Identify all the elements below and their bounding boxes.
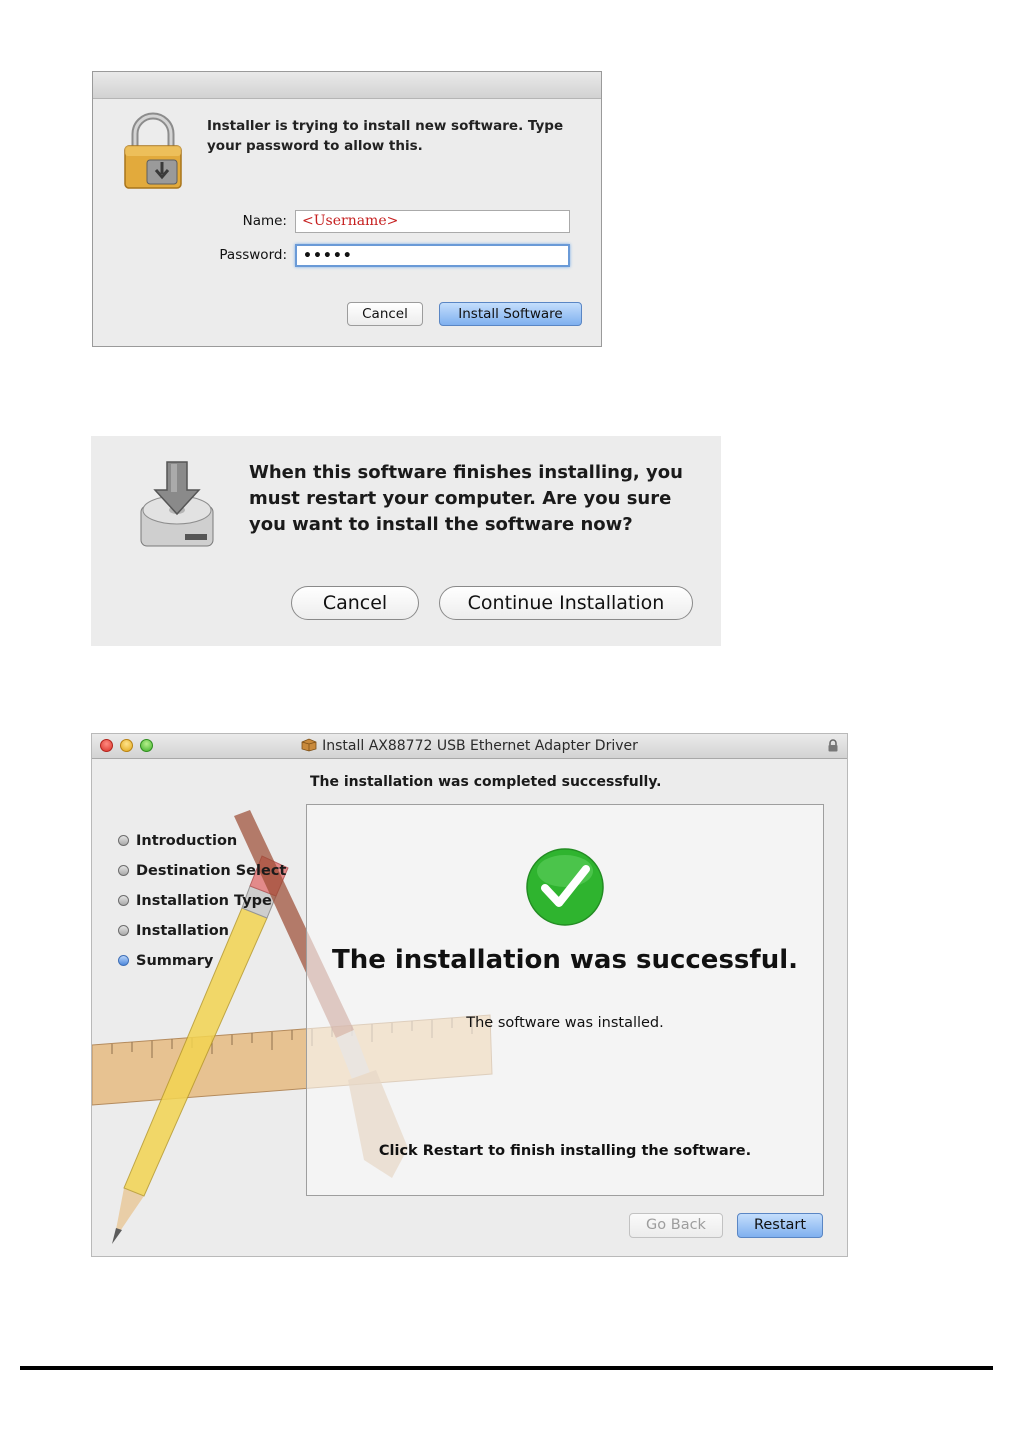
go-back-button[interactable]: Go Back: [629, 1213, 723, 1238]
install-disk-icon: [140, 461, 214, 547]
step-summary: Summary: [118, 951, 286, 981]
step-installation: Installation: [118, 921, 286, 951]
lock-icon: [124, 112, 182, 189]
continue-installation-button[interactable]: Continue Installation: [439, 586, 693, 620]
confirm-cancel-button[interactable]: Cancel: [291, 586, 419, 620]
window-title-text: Install AX88772 USB Ethernet Adapter Dri…: [322, 738, 638, 754]
step-bullet-icon: [118, 925, 129, 936]
dialog-title-bar: [93, 72, 601, 99]
auth-dialog: Installer is trying to install new softw…: [92, 71, 602, 347]
step-bullet-icon: [118, 895, 129, 906]
password-field[interactable]: •••••: [295, 244, 570, 267]
auth-cancel-button[interactable]: Cancel: [347, 302, 423, 326]
installer-window: Install AX88772 USB Ethernet Adapter Dri…: [91, 733, 848, 1257]
step-bullet-icon: [118, 865, 129, 876]
installation-steps: Introduction Destination Select Installa…: [118, 831, 286, 981]
restart-hint: Click Restart to finish installing the s…: [378, 1143, 752, 1159]
name-field[interactable]: <Username>: [295, 210, 570, 233]
summary-panel: The installation was successful. The sof…: [306, 804, 824, 1196]
package-icon: [301, 738, 317, 752]
restart-button[interactable]: Restart: [737, 1213, 823, 1238]
success-title: The installation was successful.: [331, 945, 799, 975]
install-software-button[interactable]: Install Software: [439, 302, 582, 326]
lock-icon: [828, 739, 838, 752]
step-installation-type: Installation Type: [118, 891, 286, 921]
step-introduction: Introduction: [118, 831, 286, 861]
confirm-message: When this software finishes installing, …: [249, 462, 683, 535]
step-destination-select: Destination Select: [118, 861, 286, 891]
installer-header: The installation was completed successfu…: [310, 774, 662, 790]
window-title-bar: Install AX88772 USB Ethernet Adapter Dri…: [92, 734, 847, 759]
restart-confirm-dialog: When this software finishes installing, …: [91, 436, 721, 646]
page-divider: [20, 1366, 993, 1370]
name-label: Name:: [242, 213, 287, 229]
success-subtitle: The software was installed.: [466, 1015, 664, 1031]
success-checkmark-icon: [526, 848, 604, 926]
step-bullet-active-icon: [118, 955, 129, 966]
window-title: Install AX88772 USB Ethernet Adapter Dri…: [92, 738, 847, 754]
auth-message: Installer is trying to install new softw…: [207, 118, 564, 154]
password-label: Password:: [219, 247, 287, 263]
step-bullet-icon: [118, 835, 129, 846]
